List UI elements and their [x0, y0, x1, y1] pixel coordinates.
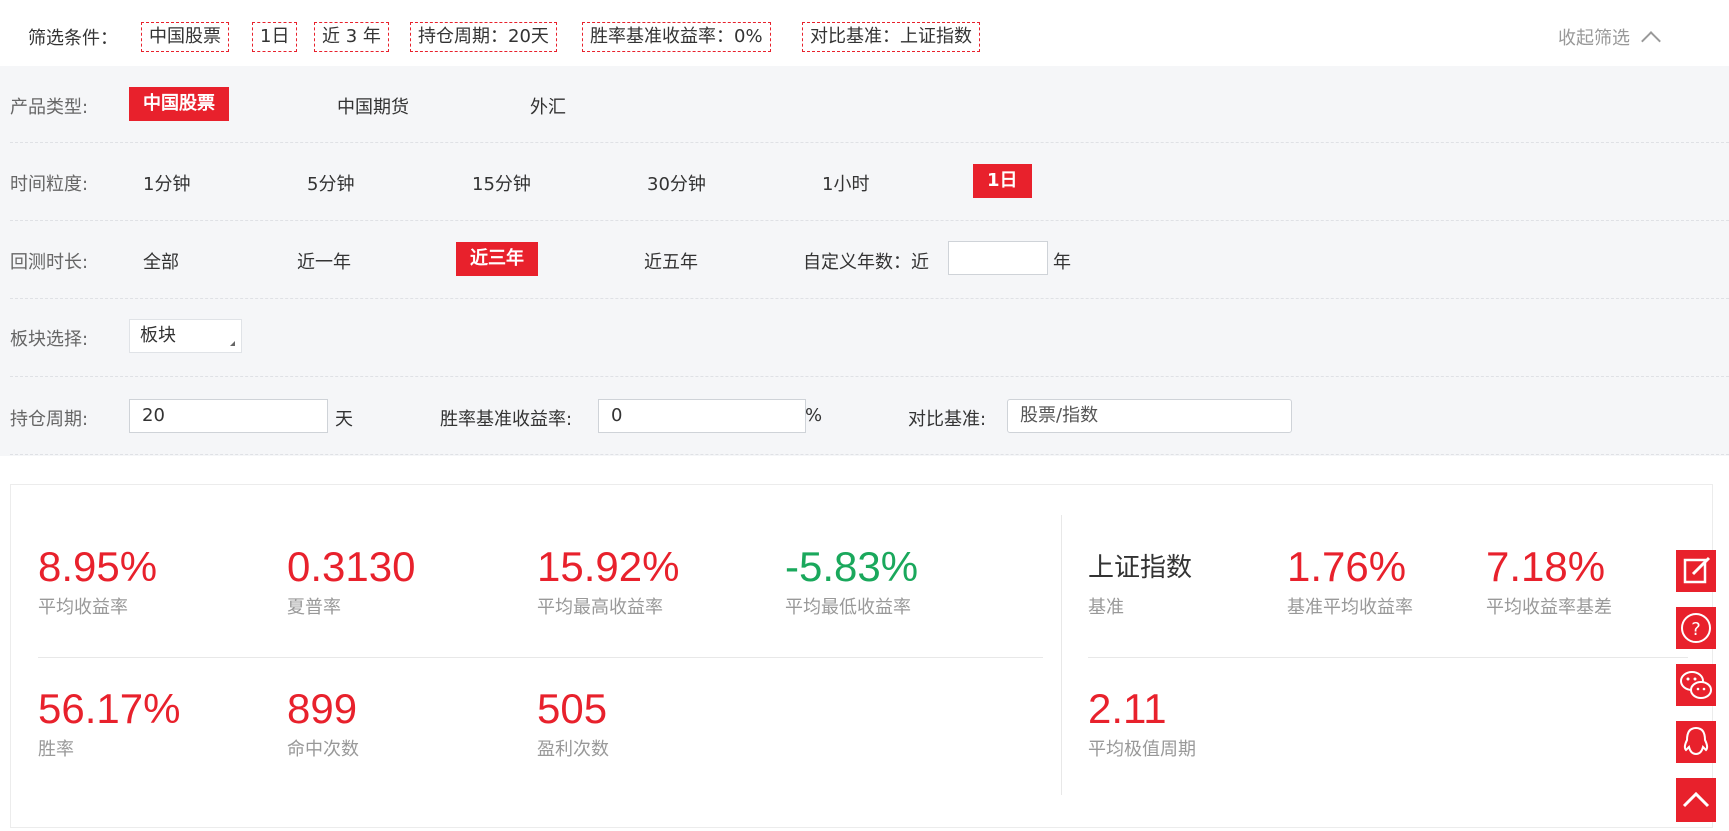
backtest-option-1year[interactable]: 近一年	[297, 248, 351, 274]
sector-label: 板块选择:	[10, 329, 89, 350]
chevron-up-icon	[1641, 31, 1661, 51]
metric-value: 0.3130	[287, 543, 416, 590]
backtest-option-all[interactable]: 全部	[143, 248, 179, 274]
benchmark-input[interactable]: 股票/指数	[1007, 399, 1292, 433]
product-option-china-futures[interactable]: 中国期货	[337, 93, 409, 119]
granularity-option-15min[interactable]: 15分钟	[472, 170, 531, 196]
chip-duration[interactable]: 近 3 年	[314, 22, 389, 52]
metric-label: 盈利次数	[537, 739, 609, 760]
holding-label: 持仓周期:	[10, 409, 89, 430]
metric-label: 命中次数	[287, 739, 359, 760]
metric-label: 平均收益率	[38, 597, 128, 618]
metric-label: 平均最低收益率	[785, 597, 911, 618]
metric-return-basis: 7.18% 平均收益率基差	[1486, 543, 1612, 619]
metric-label: 胜率	[38, 739, 74, 760]
resize-grip-icon	[230, 341, 235, 346]
custom-years-label: 自定义年数：近	[803, 252, 929, 273]
metric-hit-count: 899 命中次数	[287, 685, 359, 761]
winrate-label: 胜率基准收益率:	[440, 409, 573, 430]
metric-label: 平均最高收益率	[537, 597, 663, 618]
chip-product[interactable]: 中国股票	[141, 22, 229, 52]
product-type-label: 产品类型:	[10, 97, 89, 118]
edit-icon	[1683, 556, 1711, 584]
backtest-option-5year[interactable]: 近五年	[644, 248, 698, 274]
help-icon: ?	[1681, 613, 1711, 643]
granularity-label: 时间粒度:	[10, 174, 89, 195]
winrate-input[interactable]: 0	[598, 399, 806, 433]
granularity-option-5min[interactable]: 5分钟	[307, 170, 354, 196]
winrate-unit: %	[805, 405, 823, 426]
custom-years-unit: 年	[1053, 252, 1071, 273]
metric-value: -5.83%	[785, 543, 919, 590]
qq-button[interactable]	[1676, 721, 1716, 763]
metric-avg-return: 8.95% 平均收益率	[38, 543, 157, 619]
metric-profit-count: 505 盈利次数	[537, 685, 609, 761]
panel-bottom-divider	[10, 454, 1729, 455]
metric-benchmark-avg-return: 1.76% 基准平均收益率	[1287, 543, 1413, 619]
metric-value: 15.92%	[537, 543, 680, 590]
metric-label: 平均收益率基差	[1486, 597, 1612, 618]
granularity-option-1min[interactable]: 1分钟	[143, 170, 190, 196]
backtest-stats-card: 8.95% 平均收益率 0.3130 夏普率 15.92% 平均最高收益率 -5…	[10, 484, 1713, 828]
metric-benchmark: 上证指数 基准	[1088, 543, 1192, 619]
metric-label: 基准平均收益率	[1287, 597, 1413, 618]
backtest-label: 回测时长:	[10, 252, 89, 273]
product-option-forex[interactable]: 外汇	[530, 93, 566, 119]
custom-years-input[interactable]	[948, 241, 1048, 275]
filter-summary-label: 筛选条件：	[28, 28, 118, 49]
filter-panel: 产品类型: 中国股票 中国期货 外汇 时间粒度: 1分钟 5分钟 15分钟 30…	[0, 66, 1729, 456]
stats-row-divider	[38, 657, 1043, 658]
row-divider	[10, 220, 1729, 221]
back-to-top-icon	[1682, 791, 1710, 808]
metric-sharpe: 0.3130 夏普率	[287, 543, 415, 619]
metric-value: 56.17%	[38, 685, 181, 732]
edit-button[interactable]	[1676, 550, 1716, 592]
wechat-icon	[1680, 671, 1712, 699]
qq-icon	[1683, 726, 1709, 756]
stats-column-divider	[1061, 515, 1062, 795]
chip-granularity[interactable]: 1日	[252, 22, 298, 52]
benchmark-label: 对比基准:	[908, 409, 987, 430]
granularity-option-1hour[interactable]: 1小时	[822, 170, 869, 196]
granularity-option-30min[interactable]: 30分钟	[647, 170, 706, 196]
granularity-option-1day[interactable]: 1日	[973, 164, 1032, 198]
metric-label: 夏普率	[287, 597, 341, 618]
sector-select-value: 板块	[140, 325, 176, 346]
wechat-button[interactable]	[1676, 664, 1716, 706]
back-to-top-button[interactable]	[1676, 778, 1716, 822]
metric-win-rate: 56.17% 胜率	[38, 685, 180, 761]
row-divider	[10, 142, 1729, 143]
collapse-filter-button[interactable]: 收起筛选	[1558, 24, 1661, 51]
product-option-china-stock[interactable]: 中国股票	[129, 87, 229, 121]
row-divider	[10, 376, 1729, 377]
metric-value: 899	[287, 685, 358, 732]
metric-value: 上证指数	[1088, 552, 1193, 582]
chip-winrate[interactable]: 胜率基准收益率：0%	[582, 22, 771, 52]
metric-avg-max-return: 15.92% 平均最高收益率	[537, 543, 679, 619]
metric-value: 1.76%	[1287, 543, 1407, 590]
sector-select[interactable]: 板块	[129, 319, 242, 353]
row-divider	[10, 298, 1729, 299]
metric-value: 8.95%	[38, 543, 158, 590]
holding-period-input[interactable]: 20	[129, 399, 328, 433]
svg-text:?: ?	[1691, 619, 1701, 640]
backtest-option-3year[interactable]: 近三年	[456, 242, 538, 276]
collapse-filter-label: 收起筛选	[1558, 28, 1630, 49]
metric-avg-min-return: -5.83% 平均最低收益率	[785, 543, 918, 619]
metric-value: 7.18%	[1486, 543, 1606, 590]
stats-row-divider	[1088, 657, 1688, 658]
chip-holding[interactable]: 持仓周期：20天	[410, 22, 557, 52]
filter-summary-bar: 筛选条件： 中国股票 1日 近 3 年 持仓周期：20天 胜率基准收益率：0% …	[0, 0, 1729, 66]
chip-benchmark[interactable]: 对比基准：上证指数	[802, 22, 980, 52]
metric-label: 基准	[1088, 597, 1124, 618]
metric-value: 2.11	[1088, 685, 1167, 732]
metric-label: 平均极值周期	[1088, 739, 1196, 760]
metric-avg-extreme-period: 2.11 平均极值周期	[1088, 685, 1196, 761]
metric-value: 505	[537, 685, 608, 732]
help-button[interactable]: ?	[1676, 607, 1716, 649]
holding-period-unit: 天	[335, 409, 353, 430]
